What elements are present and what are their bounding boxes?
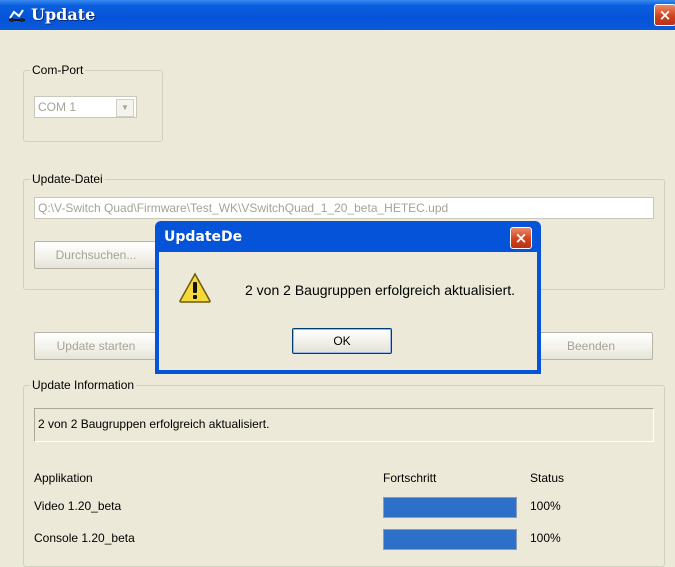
chevron-down-icon[interactable]: ▼ bbox=[116, 99, 134, 117]
column-status-header: Status bbox=[530, 471, 565, 485]
dialog-message: 2 von 2 Baugruppen erfolgreich aktualisi… bbox=[245, 282, 516, 298]
browse-button[interactable]: Durchsuchen... bbox=[34, 241, 158, 269]
file-path-field[interactable]: Q:\V-Switch Quad\Firmware\Test_WK\VSwitc… bbox=[34, 197, 654, 219]
progress-bar-video bbox=[383, 497, 517, 518]
update-file-legend: Update-Datei bbox=[30, 172, 105, 186]
row-console-name: Console 1.20_beta bbox=[34, 531, 135, 545]
row-console-status: 100% bbox=[530, 531, 561, 545]
com-port-select[interactable]: COM 1 ▼ bbox=[34, 96, 137, 118]
warning-icon bbox=[179, 272, 211, 303]
message-dialog[interactable]: UpdateDe × 2 von 2 Baugruppen erfolgreic… bbox=[155, 221, 541, 374]
dialog-close-button[interactable]: × bbox=[510, 227, 532, 249]
app-icon bbox=[9, 9, 25, 22]
row-video-status: 100% bbox=[530, 499, 561, 513]
progress-bar-console bbox=[383, 529, 517, 550]
update-info-legend: Update Information bbox=[30, 378, 137, 392]
dialog-title: UpdateDe bbox=[164, 229, 243, 245]
info-message-field: 2 von 2 Baugruppen erfolgreich aktualisi… bbox=[34, 408, 654, 442]
com-port-legend: Com-Port bbox=[30, 63, 86, 77]
close-button[interactable]: × bbox=[654, 4, 675, 26]
column-app-header: Applikation bbox=[34, 471, 93, 485]
title-bar[interactable]: Update × bbox=[0, 0, 675, 30]
column-progress-header: Fortschritt bbox=[383, 471, 437, 485]
row-video-name: Video 1.20_beta bbox=[34, 499, 122, 513]
dialog-body: 2 von 2 Baugruppen erfolgreich aktualisi… bbox=[159, 252, 537, 370]
ok-button[interactable]: OK bbox=[292, 328, 392, 354]
com-port-value: COM 1 bbox=[38, 100, 77, 114]
exit-button[interactable]: Beenden bbox=[529, 332, 653, 360]
window-title: Update bbox=[31, 5, 96, 24]
close-icon: × bbox=[514, 229, 528, 247]
close-icon: × bbox=[658, 6, 672, 24]
start-update-button[interactable]: Update starten bbox=[34, 332, 158, 360]
